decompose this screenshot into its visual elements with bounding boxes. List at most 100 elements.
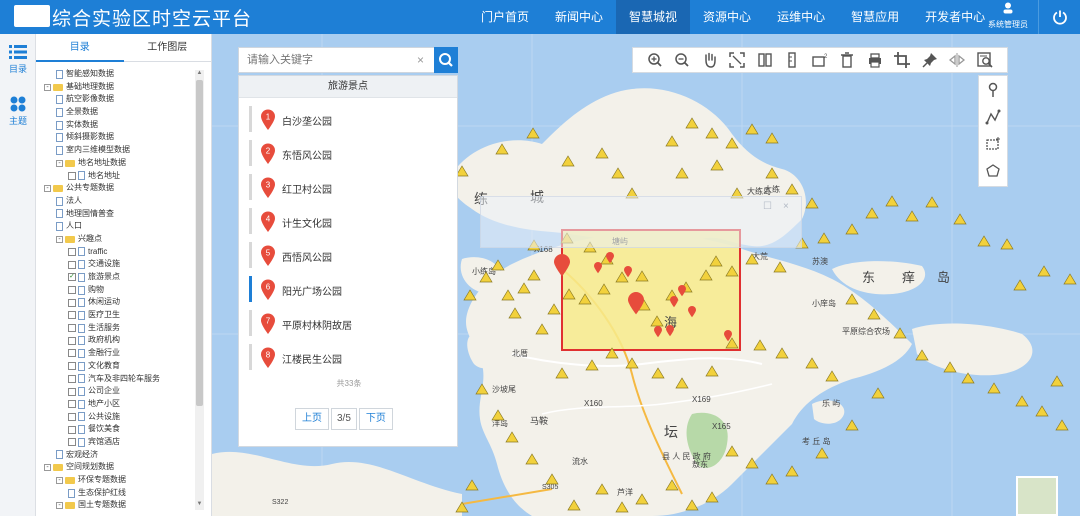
poi-triangle[interactable] (943, 361, 957, 373)
layer-checkbox[interactable] (68, 336, 76, 345)
tree-item[interactable]: - 公共专题数据 (36, 182, 196, 195)
poi-triangle[interactable] (479, 271, 493, 283)
poi-triangle[interactable] (1013, 279, 1027, 291)
nav-item-0[interactable]: 门户首页 (468, 0, 542, 34)
poi-triangle[interactable] (595, 483, 609, 495)
tree-item[interactable]: 公司企业 (36, 385, 196, 398)
poi-triangle[interactable] (710, 159, 724, 171)
poi-triangle[interactable] (773, 261, 787, 273)
layer-checkbox[interactable] (68, 374, 76, 383)
tree-item[interactable]: - 地名地址数据 (36, 157, 196, 170)
poi-triangle[interactable] (805, 197, 819, 209)
layer-checkbox[interactable] (68, 171, 76, 180)
result-item[interactable]: 4 计生文化园 (249, 208, 405, 234)
close-icon[interactable]: × (783, 201, 789, 212)
poi-triangle[interactable] (505, 431, 519, 443)
poi-triangle[interactable] (785, 465, 799, 477)
poi-triangle[interactable] (709, 255, 723, 267)
poi-triangle[interactable] (665, 479, 679, 491)
nav-item-4[interactable]: 运维中心 (764, 0, 838, 34)
poi-triangle[interactable] (805, 357, 819, 369)
poi-triangle[interactable] (745, 123, 759, 135)
poi-triangle[interactable] (725, 137, 739, 149)
poi-triangle[interactable] (725, 445, 739, 457)
tree-item[interactable]: 航空影像数据 (36, 93, 196, 106)
map-marker[interactable] (554, 254, 570, 277)
poi-triangle[interactable] (745, 253, 759, 265)
prev-page-button[interactable]: 上页 (295, 408, 329, 430)
poi-triangle[interactable] (893, 327, 907, 339)
tree-item[interactable]: - 空间规划数据 (36, 461, 196, 474)
tree-scrollbar[interactable]: ▲ ▼ (195, 70, 204, 510)
tree-item[interactable]: 金融行业 (36, 347, 196, 360)
draw-polyline[interactable] (979, 103, 1007, 130)
map-marker[interactable] (688, 306, 696, 318)
tree-item[interactable]: traffic (36, 246, 196, 259)
poi-triangle[interactable] (815, 447, 829, 459)
poi-triangle[interactable] (753, 339, 767, 351)
poi-triangle[interactable] (665, 135, 679, 147)
tree-item[interactable]: 法人 (36, 195, 196, 208)
map-marker[interactable] (594, 262, 602, 274)
draw-rectangle[interactable] (979, 130, 1007, 157)
poi-triangle[interactable] (905, 210, 919, 222)
poi-triangle[interactable] (1015, 395, 1029, 407)
poi-triangle[interactable] (625, 357, 639, 369)
poi-triangle[interactable] (871, 387, 885, 399)
tree-item[interactable]: - 国土专题数据 (36, 499, 196, 512)
poi-triangle[interactable] (925, 196, 939, 208)
poi-triangle[interactable] (650, 315, 664, 327)
scroll-thumb[interactable] (196, 80, 203, 406)
map-marker[interactable] (670, 296, 678, 308)
tree-item[interactable]: - 兴趣点 (36, 233, 196, 246)
user-menu[interactable]: 系统管理员 (982, 0, 1034, 34)
tool-swipe[interactable] (751, 48, 779, 72)
poi-triangle[interactable] (745, 457, 759, 469)
tree-item[interactable]: 实体数据 (36, 119, 196, 132)
tree-item[interactable]: 室内三维模型数据 (36, 144, 196, 157)
draw-point[interactable] (979, 76, 1007, 103)
tab-work-layers[interactable]: 工作图层 (124, 34, 212, 62)
layer-checkbox[interactable] (68, 298, 76, 307)
tree-item[interactable]: 智能感知数据 (36, 68, 196, 81)
draw-polygon[interactable] (979, 157, 1007, 184)
poi-triangle[interactable] (775, 347, 789, 359)
tool-compare[interactable] (944, 48, 972, 72)
poi-triangle[interactable] (615, 501, 629, 513)
map-marker[interactable] (624, 266, 632, 278)
poi-triangle[interactable] (817, 232, 831, 244)
poi-triangle[interactable] (685, 117, 699, 129)
nav-item-5[interactable]: 智慧应用 (838, 0, 912, 34)
tree-item[interactable]: - 环保专题数据 (36, 474, 196, 487)
poi-triangle[interactable] (463, 289, 477, 301)
poi-triangle[interactable] (1055, 419, 1069, 431)
poi-triangle[interactable] (526, 127, 540, 139)
poi-triangle[interactable] (611, 167, 625, 179)
tree-item[interactable]: 生活服务 (36, 322, 196, 335)
result-item[interactable]: 1 白沙垄公园 (249, 106, 405, 132)
poi-triangle[interactable] (561, 155, 575, 167)
tree-item[interactable]: 购物 (36, 284, 196, 297)
tree-item[interactable]: 地理国情普查 (36, 208, 196, 221)
poi-triangle[interactable] (508, 307, 522, 319)
layer-checkbox[interactable] (68, 247, 76, 256)
poi-triangle[interactable] (675, 167, 689, 179)
tree-item[interactable]: 地名地址 (36, 170, 196, 183)
poi-triangle[interactable] (1000, 238, 1014, 250)
map-marker[interactable] (666, 325, 674, 337)
poi-triangle[interactable] (605, 347, 619, 359)
poi-triangle[interactable] (845, 419, 859, 431)
layer-checkbox[interactable] (68, 260, 76, 269)
tool-pan[interactable] (696, 48, 724, 72)
poi-triangle[interactable] (987, 382, 1001, 394)
poi-triangle[interactable] (455, 501, 469, 513)
tool-measure-area[interactable]: 2 (806, 48, 834, 72)
poi-triangle[interactable] (651, 367, 665, 379)
layer-checkbox[interactable]: ✓ (68, 273, 76, 282)
clear-icon[interactable]: × (417, 53, 424, 67)
result-item[interactable]: 8 江楼民生公园 (249, 344, 405, 370)
poi-triangle[interactable] (885, 195, 899, 207)
poi-triangle[interactable] (1037, 265, 1051, 277)
layer-checkbox[interactable] (68, 286, 76, 295)
poi-triangle[interactable] (547, 303, 561, 315)
